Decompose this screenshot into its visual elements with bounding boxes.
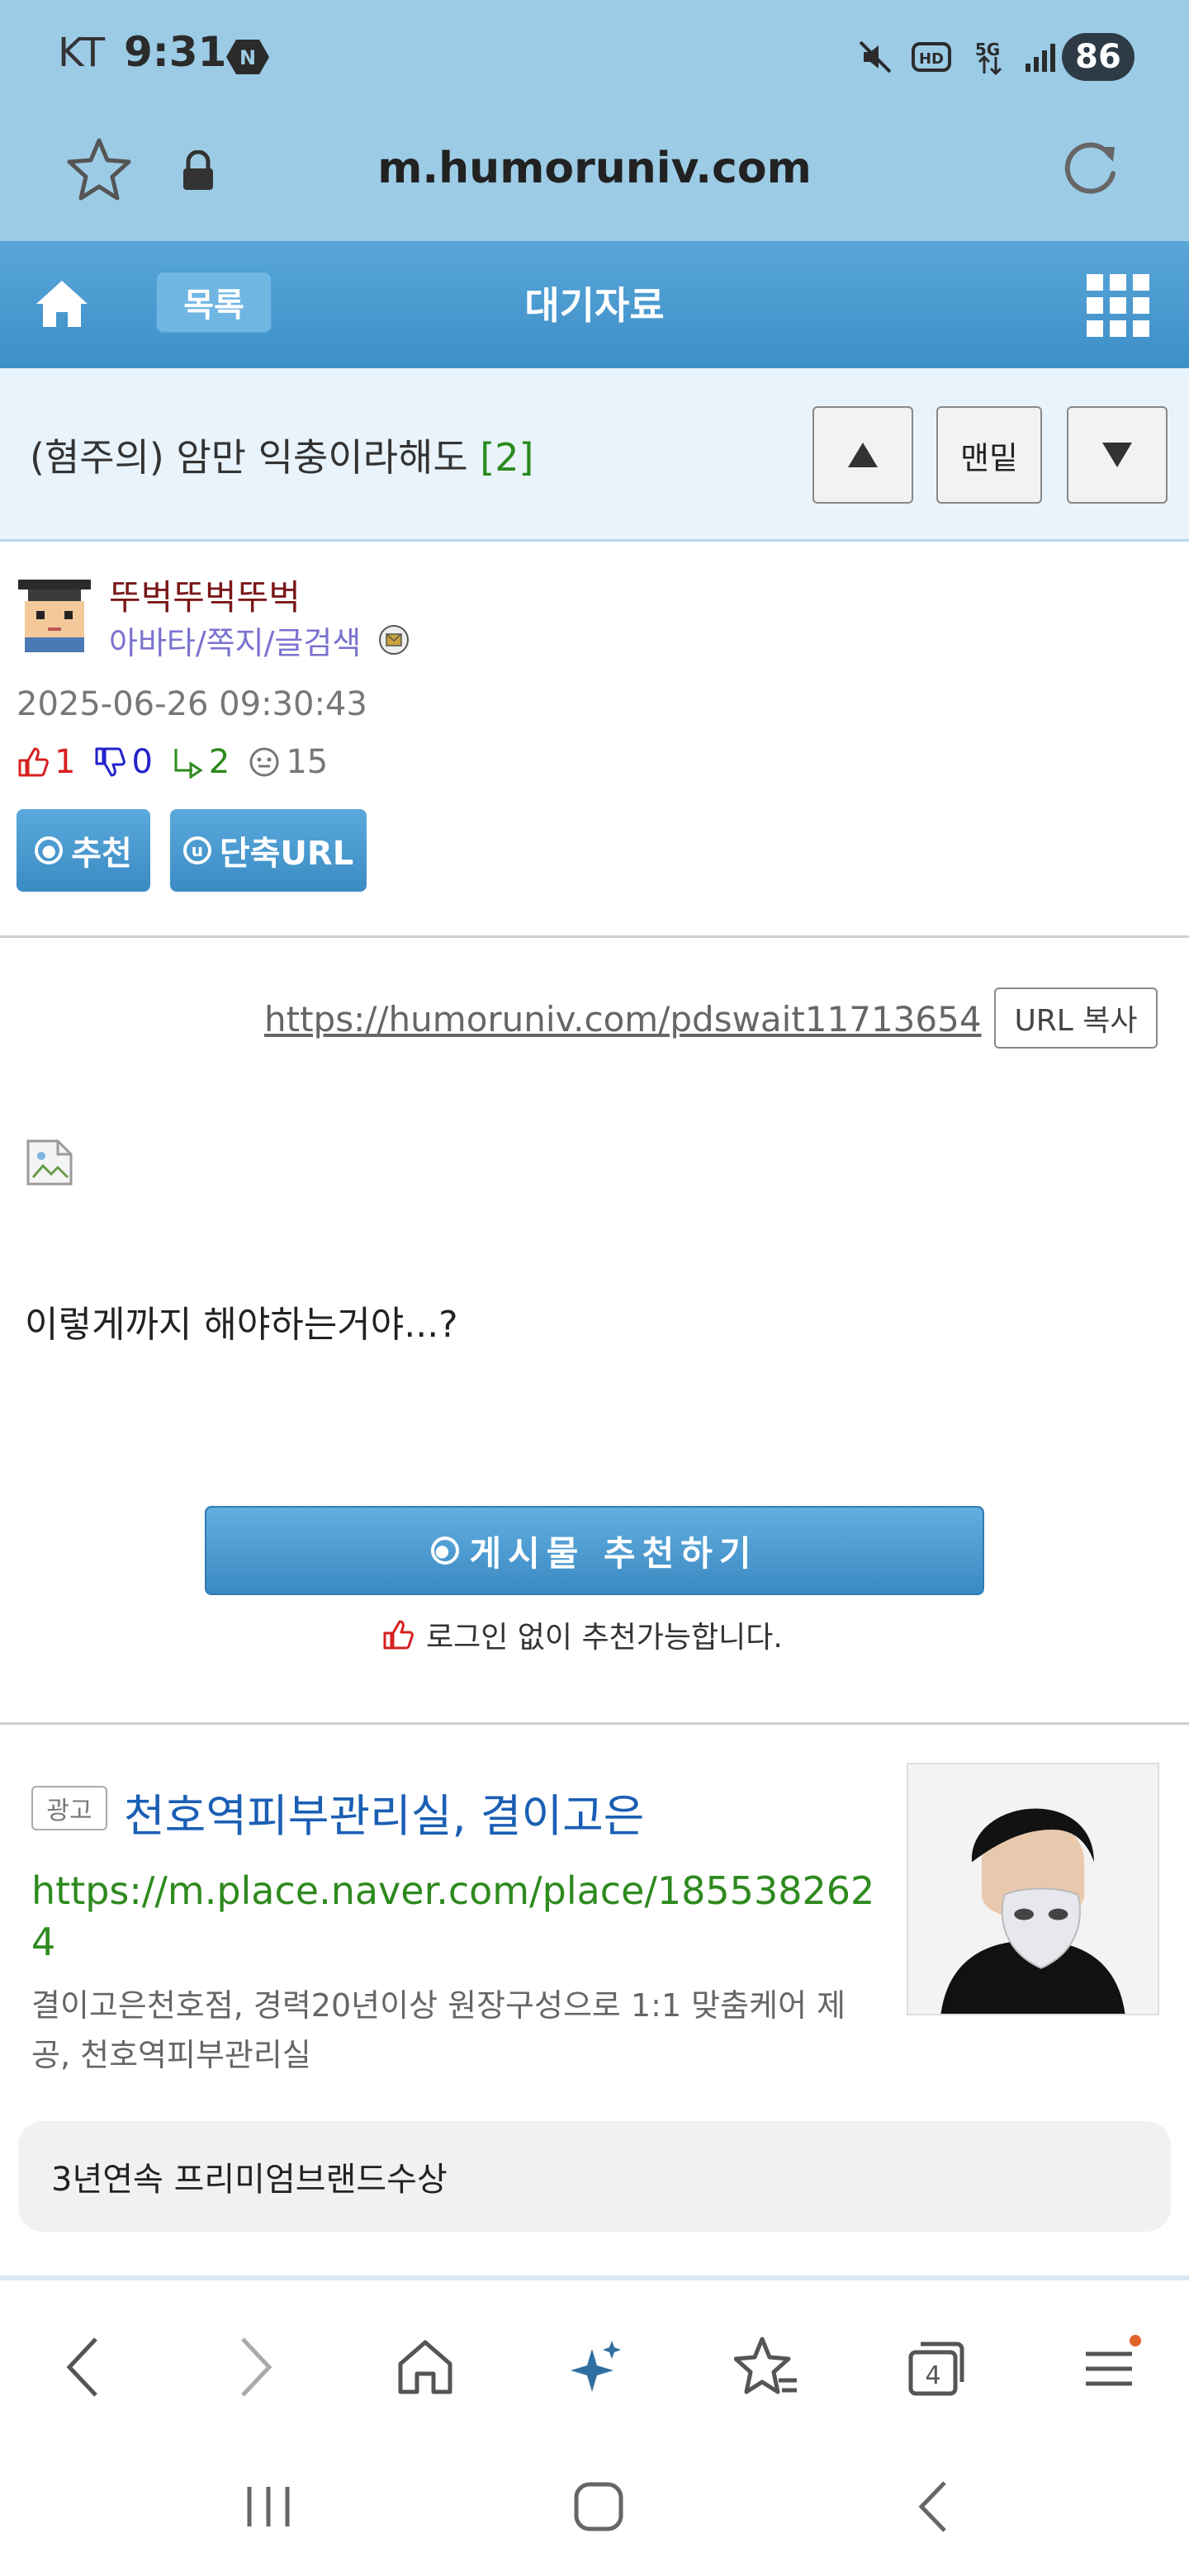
- recent-apps-icon: [247, 2487, 290, 2526]
- ad-badge: 광고: [31, 1786, 107, 1830]
- post-body-text: 이렇게까지 해야하는거야...?: [25, 1304, 458, 1346]
- chevron-right-icon: [241, 2337, 272, 2397]
- system-icons: HD 5G: [857, 36, 1057, 78]
- thumbs-down-icon: [95, 747, 126, 777]
- triangle-down-icon: [1102, 443, 1132, 467]
- menu-button[interactable]: [1072, 2330, 1146, 2404]
- copy-url-button[interactable]: URL 복사: [994, 987, 1158, 1049]
- author-name[interactable]: 뚜벅뚜벅뚜벅: [109, 570, 301, 620]
- system-back-button[interactable]: [897, 2474, 971, 2540]
- upvote-stat: 1: [17, 743, 75, 781]
- smile-face-icon: [249, 747, 279, 777]
- tabs-button[interactable]: 4: [900, 2330, 974, 2404]
- home-key-button[interactable]: [561, 2474, 636, 2540]
- ad-image[interactable]: [907, 1763, 1159, 2015]
- downvote-count: 0: [131, 743, 153, 781]
- svg-text:HD: HD: [919, 50, 944, 68]
- circle-u-icon: u: [182, 836, 211, 864]
- scroll-down-button[interactable]: [1067, 406, 1168, 504]
- recent-apps-button[interactable]: [231, 2474, 306, 2540]
- scroll-bottom-button[interactable]: 맨밑: [936, 406, 1042, 504]
- star-list-icon: [734, 2337, 797, 2394]
- recommend-label: 추천: [71, 835, 132, 873]
- login-note: 로그인 없이 추천가능합니다.: [381, 1613, 783, 1656]
- mail-icon[interactable]: [378, 624, 410, 656]
- clock: 9:31: [124, 28, 227, 76]
- post-header: (혐주의) 암만 익충이라해도 [2] 맨밑: [0, 368, 1189, 542]
- bookmarks-button[interactable]: [730, 2330, 804, 2404]
- post-title: (혐주의) 암만 익충이라해도 [2]: [30, 428, 533, 482]
- status-bar: KT 9:31 N HD 5G 86: [0, 0, 1189, 116]
- address-text[interactable]: m.humoruniv.com: [0, 144, 1189, 193]
- thumbs-up-icon: [383, 1620, 414, 1650]
- circle-dot-icon: ●: [35, 836, 64, 864]
- ad-block[interactable]: 광고 천호역피부관리실, 결이고은 https://m.place.naver.…: [0, 1722, 1189, 2284]
- post-date: 2025-06-26 09:30:43: [17, 685, 367, 723]
- menu-grid-icon[interactable]: [1087, 274, 1149, 337]
- ad-description: 결이고은천호점, 경력20년이상 원장구성으로 1:1 맞춤케어 제공, 천호역…: [31, 1987, 846, 2073]
- reply-stat: 2: [171, 743, 230, 781]
- ai-sparkle-button[interactable]: [558, 2330, 632, 2404]
- post-url-link[interactable]: https://humoruniv.com/pdswait11713654: [264, 999, 982, 1039]
- short-url-label: 단축URL: [219, 835, 354, 873]
- chevron-left-icon: [66, 2337, 97, 2397]
- reply-count: 2: [208, 743, 230, 781]
- author-section: 뚜벅뚜벅뚜벅 아바타/쪽지/글검색 2025-06-26 09:30:43 1 …: [0, 542, 1189, 938]
- back-button[interactable]: [46, 2330, 121, 2404]
- avatar[interactable]: [15, 575, 94, 654]
- battery-indicator: 86: [1062, 33, 1135, 81]
- n-badge-icon: N: [226, 40, 269, 74]
- ad-chip[interactable]: 3년연속 프리미엄브랜드수상: [18, 2121, 1171, 2232]
- home-page-button[interactable]: [388, 2330, 462, 2404]
- scroll-up-button[interactable]: [812, 406, 913, 504]
- post-stats: 1 0 2 15: [17, 740, 346, 784]
- view-count: 15: [286, 743, 329, 781]
- url-bar[interactable]: m.humoruniv.com: [0, 116, 1189, 241]
- home-square-icon: [574, 2482, 623, 2531]
- tab-count: 4: [925, 2361, 940, 2390]
- view-stat: 15: [248, 743, 328, 781]
- ad-url[interactable]: https://m.place.naver.com/place/18553826…: [31, 1865, 882, 1968]
- comment-count[interactable]: [2]: [480, 435, 533, 480]
- recommend-button[interactable]: ● 추천: [17, 809, 150, 892]
- tabs-icon: 4: [908, 2342, 964, 2396]
- browser-chrome: KT 9:31 N HD 5G 86 m.humoruniv.com: [0, 0, 1189, 241]
- signal-icon: [1026, 44, 1055, 72]
- hamburger-menu-icon: [1086, 2335, 1141, 2386]
- back-chevron-icon: [918, 2481, 946, 2532]
- author-links[interactable]: 아바타/쪽지/글검색: [109, 618, 361, 663]
- post-recommend-button[interactable]: ● 게시물 추천하기: [205, 1506, 984, 1595]
- post-recommend-label: 게시물 추천하기: [469, 1532, 758, 1574]
- thumbs-up-icon: [18, 747, 49, 777]
- post-title-text: (혐주의) 암만 익충이라해도: [30, 435, 468, 480]
- broken-image-icon: [26, 1139, 73, 1186]
- board-title: 대기자료: [524, 283, 665, 328]
- carrier-label: KT: [58, 30, 106, 76]
- home-outline-icon: [398, 2340, 452, 2394]
- forward-button[interactable]: [218, 2330, 292, 2404]
- short-url-button[interactable]: u 단축URL: [170, 809, 367, 892]
- ad-title[interactable]: 천호역피부관리실, 결이고은: [124, 1779, 645, 1844]
- reply-arrow-icon: [174, 749, 203, 779]
- sparkle-icon: [571, 2341, 621, 2392]
- upvote-count: 1: [54, 743, 76, 781]
- downvote-stat: 0: [93, 743, 153, 781]
- svg-text:N: N: [239, 46, 256, 69]
- 5g-icon: 5G: [975, 40, 1002, 76]
- svg-text:5G: 5G: [975, 40, 1000, 59]
- login-note-text: 로그인 없이 추천가능합니다.: [426, 1621, 783, 1655]
- site-nav-bar: 목록 대기자료: [0, 241, 1189, 368]
- hd-icon: HD: [912, 42, 951, 72]
- browser-toolbar: 4: [0, 2275, 1189, 2432]
- system-nav-bar: [0, 2432, 1189, 2576]
- triangle-up-icon: [848, 443, 878, 467]
- circle-dot-icon: ●: [431, 1537, 460, 1565]
- reload-icon[interactable]: [1059, 135, 1125, 201]
- mute-icon: [859, 40, 892, 73]
